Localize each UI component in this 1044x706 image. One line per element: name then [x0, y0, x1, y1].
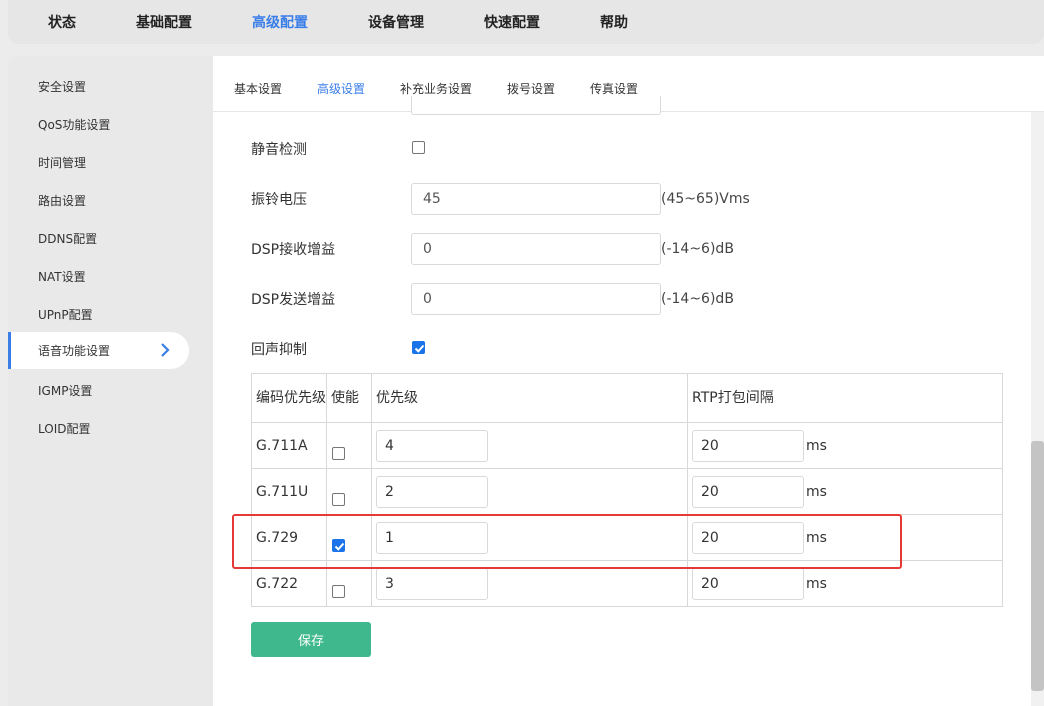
sidebar-item-label: IGMP设置 [38, 384, 93, 398]
sidebar-item-label: 语音功能设置 [38, 344, 111, 358]
save-button[interactable]: 保存 [251, 622, 371, 657]
sidebar-item-routing[interactable]: 路由设置 [8, 182, 189, 219]
sidebar-item-security[interactable]: 安全设置 [8, 68, 189, 105]
tab-dialing[interactable]: 拨号设置 [507, 80, 555, 97]
table-row: G.711U ms [251, 468, 1003, 515]
dsp-rx-gain-label: DSP接收增益 [251, 242, 336, 258]
sidebar-item-qos[interactable]: QoS功能设置 [8, 106, 189, 143]
table-row: G.722 ms [251, 560, 1003, 607]
dsp-tx-gain-input[interactable] [411, 283, 661, 315]
priority-input[interactable] [376, 521, 488, 554]
sidebar-item-ddns[interactable]: DDNS配置 [8, 220, 189, 257]
priority-cell [371, 468, 688, 515]
rtp-cell: ms [687, 560, 1003, 607]
sidebar-item-upnp[interactable]: UPnP配置 [8, 296, 189, 333]
rtp-cell: ms [687, 514, 1003, 561]
sidebar: 安全设置 QoS功能设置 时间管理 路由设置 DDNS配置 NAT设置 UPnP… [8, 56, 213, 706]
partial-input-field[interactable] [411, 96, 661, 115]
table-row: G.711A ms [251, 422, 1003, 469]
sidebar-item-nat[interactable]: NAT设置 [8, 258, 189, 295]
enable-checkbox[interactable] [332, 493, 345, 506]
priority-cell [371, 560, 688, 607]
priority-input[interactable] [376, 429, 488, 462]
header-rtp-interval: RTP打包间隔 [687, 373, 1003, 423]
tab-basic[interactable]: 基本设置 [234, 80, 282, 97]
echo-cancel-label: 回声抑制 [251, 342, 307, 358]
rtp-cell: ms [687, 468, 1003, 515]
codec-name: G.711A [251, 422, 327, 469]
table-header-row: 编码优先级 使能 优先级 RTP打包间隔 [251, 373, 1003, 423]
unit-label: ms [806, 575, 827, 592]
tab-supplementary[interactable]: 补充业务设置 [400, 80, 472, 97]
tab-advanced[interactable]: 高级设置 [317, 80, 365, 97]
codec-name: G.729 [251, 514, 327, 561]
rtp-interval-input[interactable] [692, 475, 804, 508]
header-enable: 使能 [326, 373, 372, 423]
rtp-cell: ms [687, 422, 1003, 469]
codec-name: G.711U [251, 468, 327, 515]
sidebar-item-label: UPnP配置 [38, 308, 93, 322]
enable-cell [326, 560, 372, 607]
enable-cell [326, 468, 372, 515]
table-row: G.729 ms [251, 514, 1003, 561]
priority-input[interactable] [376, 567, 488, 600]
sidebar-item-loid[interactable]: LOID配置 [8, 410, 189, 447]
dsp-tx-gain-hint: (-14~6)dB [661, 291, 734, 307]
sidebar-item-label: 路由设置 [38, 194, 87, 208]
rtp-interval-input[interactable] [692, 567, 804, 600]
echo-cancel-checkbox[interactable] [412, 341, 425, 354]
dsp-tx-gain-label: DSP发送增益 [251, 292, 336, 308]
enable-checkbox[interactable] [332, 585, 345, 598]
scrollbar-thumb[interactable] [1031, 441, 1044, 691]
dsp-rx-gain-input[interactable] [411, 233, 661, 265]
silence-detect-checkbox[interactable] [412, 141, 425, 154]
priority-cell [371, 422, 688, 469]
ring-voltage-label: 振铃电压 [251, 192, 307, 208]
unit-label: ms [806, 529, 827, 546]
header-codec: 编码优先级 [251, 373, 327, 423]
ring-voltage-input[interactable] [411, 183, 661, 215]
sidebar-item-voice[interactable]: 语音功能设置 [8, 332, 189, 369]
codec-name: G.722 [251, 560, 327, 607]
silence-detect-label: 静音检测 [251, 142, 307, 158]
sidebar-item-label: DDNS配置 [38, 232, 98, 246]
enable-checkbox[interactable] [332, 539, 345, 552]
sidebar-item-igmp[interactable]: IGMP设置 [8, 372, 189, 409]
nav-device-management[interactable]: 设备管理 [368, 12, 424, 32]
dsp-rx-gain-hint: (-14~6)dB [661, 241, 734, 257]
main-panel: 基本设置 高级设置 补充业务设置 拨号设置 传真设置 静音检测 振铃电压 (45… [213, 56, 1044, 706]
sidebar-item-label: NAT设置 [38, 270, 86, 284]
codec-table: 编码优先级 使能 优先级 RTP打包间隔 G.711A ms G.711U ms… [251, 373, 1003, 607]
sidebar-item-label: 安全设置 [38, 80, 87, 94]
enable-cell [326, 514, 372, 561]
nav-quick-config[interactable]: 快速配置 [484, 12, 540, 32]
nav-advanced-config[interactable]: 高级配置 [252, 12, 308, 32]
ring-voltage-hint: (45~65)Vms [661, 191, 750, 207]
tab-fax[interactable]: 传真设置 [590, 80, 638, 97]
sidebar-item-label: QoS功能设置 [38, 118, 111, 132]
unit-label: ms [806, 483, 827, 500]
unit-label: ms [806, 437, 827, 454]
nav-basic-config[interactable]: 基础配置 [136, 12, 192, 32]
nav-status[interactable]: 状态 [48, 12, 76, 32]
enable-cell [326, 422, 372, 469]
chevron-right-icon [157, 342, 173, 358]
sidebar-item-time[interactable]: 时间管理 [8, 144, 189, 181]
rtp-interval-input[interactable] [692, 429, 804, 462]
header-priority: 优先级 [371, 373, 688, 423]
rtp-interval-input[interactable] [692, 521, 804, 554]
priority-cell [371, 514, 688, 561]
sidebar-item-label: LOID配置 [38, 422, 91, 436]
enable-checkbox[interactable] [332, 447, 345, 460]
priority-input[interactable] [376, 475, 488, 508]
top-nav: 状态 基础配置 高级配置 设备管理 快速配置 帮助 [8, 0, 1044, 44]
sidebar-item-label: 时间管理 [38, 156, 87, 170]
nav-help[interactable]: 帮助 [600, 12, 628, 32]
